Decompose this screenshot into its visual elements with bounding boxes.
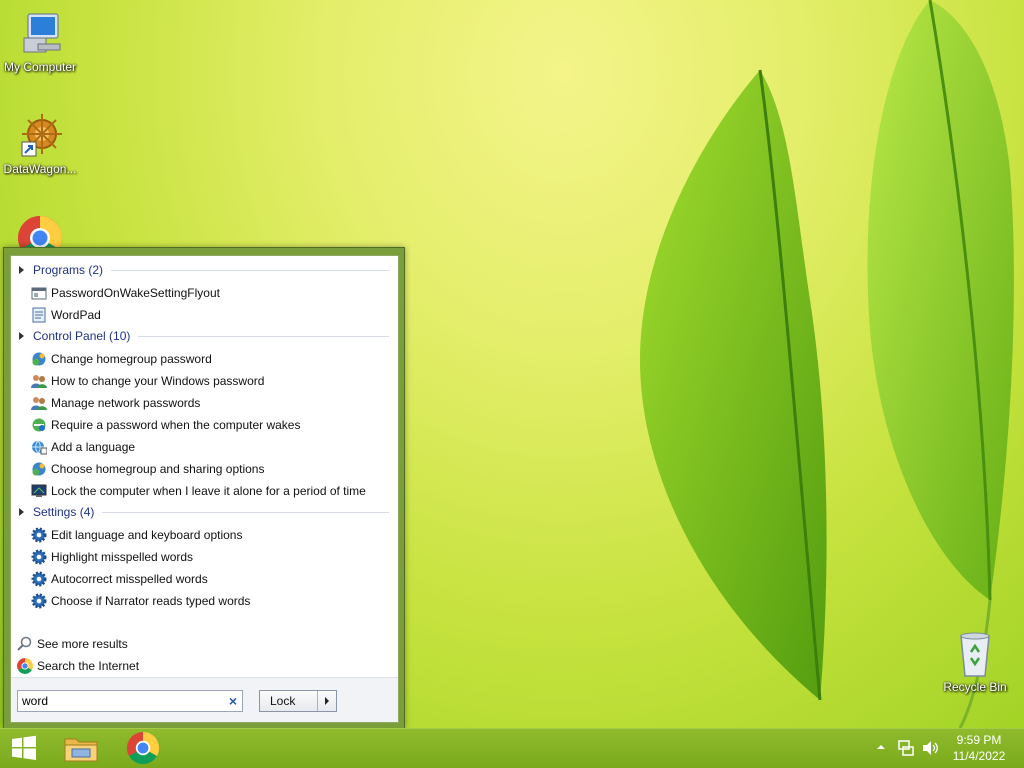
- result-label: Edit language and keyboard options: [51, 528, 243, 542]
- expand-triangle-icon: [19, 266, 24, 274]
- divider: [102, 511, 389, 513]
- users-icon: [31, 395, 47, 411]
- recycle-bin-desktop-icon[interactable]: Recycle Bin: [935, 630, 1015, 694]
- folder-icon: [64, 733, 98, 766]
- chrome-icon: [17, 658, 33, 674]
- network-icon[interactable]: [897, 739, 915, 760]
- result-label: Lock the computer when I leave it alone …: [51, 484, 366, 498]
- my-computer-desktop-icon[interactable]: My Computer: [0, 10, 80, 74]
- result-label: PasswordOnWakeSettingFlyout: [51, 286, 220, 300]
- windows-logo-icon: [11, 735, 37, 764]
- homegroup-icon: [31, 461, 47, 477]
- chevron-right-icon: [325, 697, 329, 705]
- group-title: Programs (2): [33, 263, 104, 277]
- gear-icon: [31, 571, 47, 587]
- power-options-icon: [31, 417, 47, 433]
- result-label: Choose if Narrator reads typed words: [51, 594, 251, 608]
- result-label: Highlight misspelled words: [51, 550, 194, 564]
- screen-saver-icon: [31, 483, 47, 499]
- result-lock-computer[interactable]: Lock the computer when I leave it alone …: [31, 481, 391, 501]
- lock-button-label: Lock: [270, 694, 296, 708]
- result-label: How to change your Windows password: [51, 374, 265, 388]
- result-change-windows-password[interactable]: How to change your Windows password: [31, 371, 391, 391]
- show-hidden-icons-chevron-icon[interactable]: [876, 741, 886, 755]
- computer-icon: [16, 10, 64, 58]
- search-internet-label: Search the Internet: [37, 659, 140, 673]
- group-control-panel[interactable]: Control Panel (10): [19, 327, 389, 345]
- group-programs[interactable]: Programs (2): [19, 261, 389, 279]
- result-require-password-wake[interactable]: Require a password when the computer wak…: [31, 415, 391, 435]
- result-label: Autocorrect misspelled words: [51, 572, 208, 586]
- lock-button[interactable]: Lock: [259, 690, 337, 712]
- clear-search-icon[interactable]: ×: [229, 693, 237, 709]
- result-wordpad[interactable]: WordPad: [31, 305, 391, 325]
- chrome-desktop-icon[interactable]: [0, 212, 80, 248]
- group-title: Settings (4): [33, 505, 95, 519]
- result-edit-language-keyboard[interactable]: Edit language and keyboard options: [31, 525, 391, 545]
- file-explorer-taskbar-button[interactable]: [57, 731, 105, 767]
- result-label: Choose homegroup and sharing options: [51, 462, 265, 476]
- result-homegroup-sharing[interactable]: Choose homegroup and sharing options: [31, 459, 391, 479]
- gear-icon: [31, 549, 47, 565]
- chrome-icon: [16, 212, 64, 248]
- result-label: Manage network passwords: [51, 396, 201, 410]
- language-icon: [31, 439, 48, 455]
- chrome-taskbar-button[interactable]: [119, 731, 167, 767]
- desktop-icon-label: Recycle Bin: [943, 680, 1007, 694]
- datawagon-desktop-icon[interactable]: DataWagon...: [0, 112, 80, 176]
- desktop-icon-label: DataWagon...: [3, 162, 77, 176]
- result-narrator-typed-words[interactable]: Choose if Narrator reads typed words: [31, 591, 391, 611]
- group-settings[interactable]: Settings (4): [19, 503, 389, 521]
- start-button[interactable]: [0, 731, 48, 767]
- result-autocorrect-misspelled[interactable]: Autocorrect misspelled words: [31, 569, 391, 589]
- result-password-flyout[interactable]: PasswordOnWakeSettingFlyout: [31, 283, 391, 303]
- divider: [111, 269, 389, 271]
- search-input[interactable]: [22, 694, 212, 708]
- divider: [138, 335, 389, 337]
- wordpad-icon: [31, 307, 47, 323]
- desktop-icon-label: My Computer: [3, 60, 77, 74]
- see-more-results-link[interactable]: See more results: [17, 634, 128, 654]
- chrome-icon: [126, 731, 160, 767]
- group-title: Control Panel (10): [33, 329, 131, 343]
- result-highlight-misspelled[interactable]: Highlight misspelled words: [31, 547, 391, 567]
- result-manage-network-passwords[interactable]: Manage network passwords: [31, 393, 391, 413]
- gear-icon: [31, 593, 47, 609]
- recycle-bin-icon: [951, 630, 999, 678]
- expand-triangle-icon: [19, 508, 24, 516]
- power-options-arrow-button[interactable]: [317, 691, 336, 711]
- start-search-area: × Lock: [11, 677, 398, 722]
- datawagon-icon: [16, 112, 64, 160]
- volume-icon[interactable]: [921, 739, 939, 760]
- result-label: Add a language: [51, 440, 136, 454]
- search-icon: [17, 636, 33, 652]
- search-internet-link[interactable]: Search the Internet: [17, 656, 139, 676]
- homegroup-icon: [31, 351, 47, 367]
- expand-triangle-icon: [19, 332, 24, 340]
- see-more-results-label: See more results: [37, 637, 128, 651]
- gear-icon: [31, 527, 47, 543]
- desktop: My Computer DataWagon... Recycle Bin Pro…: [0, 0, 1024, 728]
- start-menu-results: Programs (2) PasswordOnWakeSettingFlyout…: [10, 255, 399, 723]
- users-icon: [31, 373, 47, 389]
- clock[interactable]: 9:59 PM 11/4/2022: [944, 732, 1014, 764]
- result-label: Require a password when the computer wak…: [51, 418, 301, 432]
- result-label: WordPad: [51, 308, 101, 322]
- taskbar: 9:59 PM 11/4/2022: [0, 728, 1024, 768]
- start-menu: Programs (2) PasswordOnWakeSettingFlyout…: [3, 247, 405, 728]
- clock-time: 9:59 PM: [956, 733, 1002, 747]
- result-label: Change homegroup password: [51, 352, 212, 366]
- clock-date: 11/4/2022: [952, 749, 1006, 763]
- start-search-box[interactable]: ×: [17, 690, 243, 712]
- result-add-language[interactable]: Add a language: [31, 437, 391, 457]
- app-window-icon: [31, 285, 47, 301]
- result-change-homegroup-password[interactable]: Change homegroup password: [31, 349, 391, 369]
